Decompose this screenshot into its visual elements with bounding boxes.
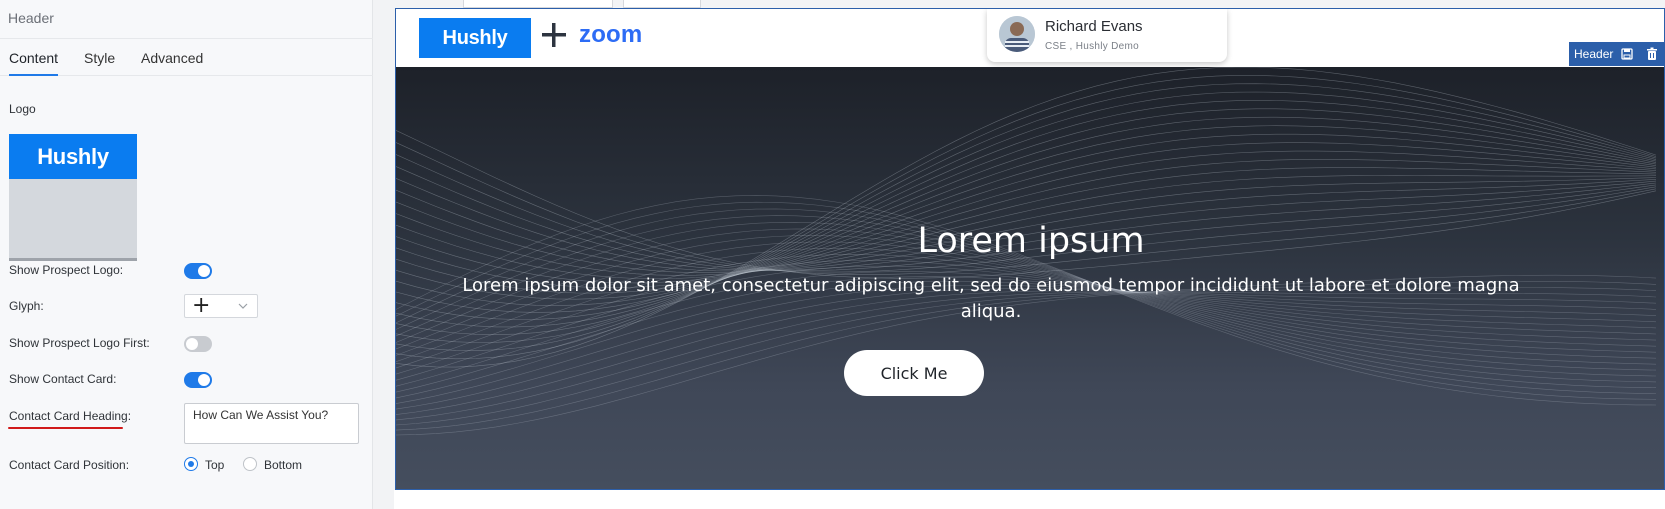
hero-title: Lorem ipsum xyxy=(917,221,1145,261)
hushly-logo-preview: Hushly xyxy=(9,134,137,179)
avatar xyxy=(999,16,1035,52)
annotation-underline xyxy=(8,427,123,429)
divider xyxy=(0,38,373,39)
panel-title: Header xyxy=(8,10,54,26)
toggle-knob xyxy=(186,338,198,350)
brand-logo-text: Hushly xyxy=(442,26,508,49)
tab-style[interactable]: Style xyxy=(84,50,115,66)
plus-glyph-icon xyxy=(542,23,566,47)
plus-icon: + xyxy=(192,293,211,318)
canvas-footer-strip xyxy=(394,490,1665,509)
contact-title: CSE , Hushly Demo xyxy=(1045,41,1140,52)
hero-section: Lorem ipsum Lorem ipsum dolor sit amet, … xyxy=(396,67,1664,489)
tab-bar: Content Style Advanced xyxy=(0,40,373,76)
hushly-logo-text: Hushly xyxy=(37,143,109,169)
section-label: Header xyxy=(1574,47,1614,61)
preview-header[interactable]: Hushly zoom Richard Evans CSE , Hushly D… xyxy=(396,9,1664,67)
show-prospect-logo-first-toggle[interactable] xyxy=(184,336,212,352)
chevron-down-icon xyxy=(238,303,248,309)
active-tab-indicator xyxy=(9,74,58,76)
show-prospect-logo-toggle[interactable] xyxy=(184,263,212,279)
glyph-select[interactable]: + xyxy=(184,294,258,318)
logo-label: Logo xyxy=(9,102,36,116)
position-top-radio[interactable] xyxy=(184,457,198,471)
position-bottom-label: Bottom xyxy=(264,458,303,472)
partner-logo: zoom xyxy=(579,21,643,48)
section-edit-bar: Header xyxy=(1569,42,1664,66)
contact-card[interactable]: Richard Evans CSE , Hushly Demo xyxy=(987,9,1227,62)
position-bottom-radio[interactable] xyxy=(243,457,257,471)
show-contact-card-toggle[interactable] xyxy=(184,372,212,388)
glyph-label: Glyph: xyxy=(9,299,44,313)
toggle-knob xyxy=(198,374,210,386)
contact-name: Richard Evans xyxy=(1045,18,1143,35)
tab-advanced[interactable]: Advanced xyxy=(141,50,203,66)
toolbar-ghost xyxy=(463,0,613,8)
settings-panel: Header Content Style Advanced Logo Hushl… xyxy=(0,0,373,509)
editor-root: Header Content Style Advanced Logo Hushl… xyxy=(0,0,1665,509)
trash-icon[interactable] xyxy=(1645,47,1659,61)
logo-upload[interactable]: Hushly xyxy=(9,134,137,261)
hero-text: Lorem ipsum dolor sit amet, consectetur … xyxy=(462,275,1520,322)
tab-content[interactable]: Content xyxy=(9,50,58,66)
show-contact-card-label: Show Contact Card: xyxy=(9,372,117,386)
panel-gutter xyxy=(373,0,394,509)
contact-card-heading-label: Contact Card Heading: xyxy=(8,409,131,429)
show-prospect-logo-label: Show Prospect Logo: xyxy=(9,263,124,277)
click-me-button[interactable]: Click Me xyxy=(844,350,984,396)
position-top-label: Top xyxy=(205,458,225,472)
toggle-knob xyxy=(198,265,210,277)
show-prospect-logo-first-label: Show Prospect Logo First: xyxy=(9,336,150,350)
contact-card-heading-input[interactable] xyxy=(184,403,359,444)
page-preview: Hushly zoom Richard Evans CSE , Hushly D… xyxy=(395,8,1665,490)
avatar-photo-icon xyxy=(999,16,1035,52)
save-icon[interactable] xyxy=(1620,47,1634,61)
toolbar-ghost xyxy=(623,0,701,8)
contact-card-position-label: Contact Card Position: xyxy=(9,458,130,472)
brand-logo: Hushly xyxy=(419,18,531,58)
